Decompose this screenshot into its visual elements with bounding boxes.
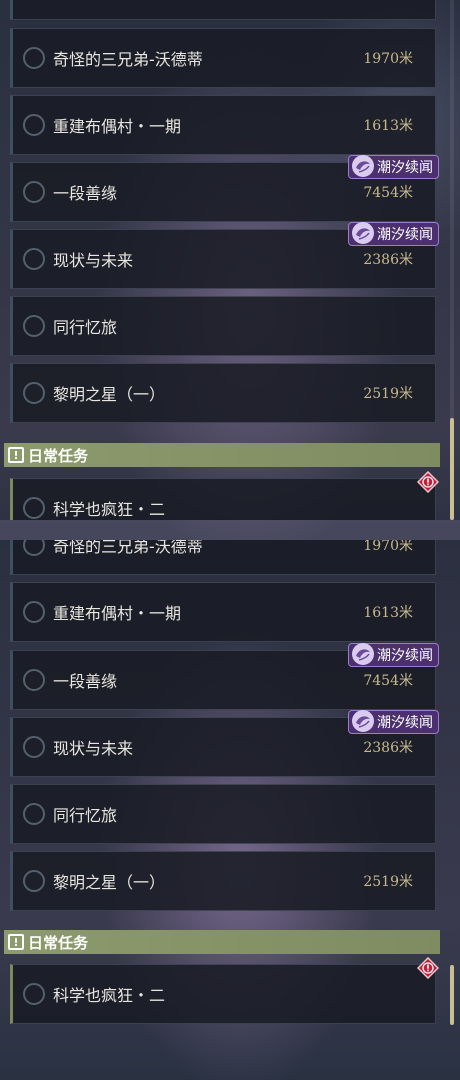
quest-row[interactable]: 黎明之星（一） 2519米 [10, 363, 436, 423]
quest-name: 现状与未来 [53, 251, 134, 270]
quest-list-panel: 奇怪的三兄弟-沃德蒂 1970米 重建布偶村・一期 1613米 一段善缘 745… [0, 0, 460, 520]
quest-distance: 2386米 [363, 740, 413, 756]
quest-row[interactable]: 奇怪的三兄弟-沃德蒂 1970米 [10, 28, 436, 88]
quest-distance: 2519米 [363, 386, 413, 402]
badge-label: 潮汐续闻 [377, 715, 433, 731]
track-toggle-circle[interactable] [23, 983, 45, 1005]
quest-row[interactable]: 重建布偶村・一期 1613米 [10, 582, 436, 642]
badge-label: 潮汐续闻 [377, 160, 433, 176]
quest-row[interactable]: 现状与未来 2386米 潮汐续闻 [10, 710, 439, 777]
quest-name: 一段善缘 [53, 672, 118, 691]
quest-distance: 7454米 [363, 185, 413, 201]
track-toggle-circle[interactable] [23, 248, 45, 270]
quest-distance: 1613米 [363, 118, 413, 134]
quest-distance: 1613米 [363, 605, 413, 621]
track-toggle-circle[interactable] [23, 601, 45, 623]
track-toggle-circle[interactable] [23, 803, 45, 825]
quest-list-panel: 奇怪的三兄弟-沃德蒂 1970米 重建布偶村・一期 1613米 一段善缘 745… [0, 540, 460, 1060]
alert-diamond-icon [417, 471, 439, 493]
quest-name: 重建布偶村・一期 [53, 117, 182, 136]
quest-name: 黎明之星（一） [53, 873, 166, 892]
badge-label: 潮汐续闻 [377, 227, 433, 243]
quest-row[interactable]: 奇怪的三兄弟-沃德蒂 1970米 [10, 540, 436, 575]
quest-name: 奇怪的三兄弟-沃德蒂 [53, 540, 203, 556]
track-toggle-circle[interactable] [23, 736, 45, 758]
daily-quest-row[interactable]: 科学也疯狂・二 [10, 471, 439, 520]
tide-swirl-icon [352, 643, 374, 665]
track-toggle-circle[interactable] [23, 497, 45, 519]
tide-swirl-icon [352, 155, 374, 177]
quest-distance: 1970米 [363, 540, 413, 554]
quest-row-partial[interactable] [10, 0, 436, 20]
track-toggle-circle[interactable] [23, 540, 45, 556]
quest-name: 黎明之星（一） [53, 385, 166, 404]
quest-row[interactable]: 同行忆旅 [10, 784, 436, 844]
scrollbar-thumb[interactable] [450, 418, 454, 520]
daily-quest-row[interactable]: 科学也疯狂・二 [10, 957, 439, 1024]
divider-strip [0, 520, 460, 540]
track-toggle-circle[interactable] [23, 181, 45, 203]
scrollbar-thumb[interactable] [450, 965, 454, 1025]
daily-section-header: ! 日常任务 [4, 930, 440, 954]
quest-row[interactable]: 一段善缘 7454米 潮汐续闻 [10, 155, 439, 222]
tide-badge: 潮汐续闻 [348, 155, 439, 179]
tide-badge: 潮汐续闻 [348, 643, 439, 667]
quest-name: 科学也疯狂・二 [53, 986, 166, 1005]
quest-distance: 2386米 [363, 252, 413, 268]
quest-name: 现状与未来 [53, 739, 134, 758]
tide-badge: 潮汐续闻 [348, 710, 439, 734]
tide-badge: 潮汐续闻 [348, 222, 439, 246]
track-toggle-circle[interactable] [23, 47, 45, 69]
quest-row[interactable]: 重建布偶村・一期 1613米 [10, 95, 436, 155]
track-toggle-circle[interactable] [23, 114, 45, 136]
track-toggle-circle[interactable] [23, 382, 45, 404]
tide-swirl-icon [352, 222, 374, 244]
badge-label: 潮汐续闻 [377, 648, 433, 664]
quest-name: 同行忆旅 [53, 806, 118, 825]
quest-name: 一段善缘 [53, 184, 118, 203]
quest-name: 同行忆旅 [53, 318, 118, 337]
track-toggle-circle[interactable] [23, 870, 45, 892]
quest-row[interactable]: 现状与未来 2386米 潮汐续闻 [10, 222, 439, 289]
track-toggle-circle[interactable] [23, 669, 45, 691]
quest-distance: 1970米 [363, 51, 413, 67]
quest-row[interactable]: 黎明之星（一） 2519米 [10, 851, 436, 911]
quest-row[interactable]: 一段善缘 7454米 潮汐续闻 [10, 643, 439, 710]
quest-name: 奇怪的三兄弟-沃德蒂 [53, 50, 203, 69]
tide-swirl-icon [352, 710, 374, 732]
exclamation-icon: ! [8, 934, 24, 950]
daily-section-header: ! 日常任务 [4, 443, 440, 467]
section-label: 日常任务 [28, 446, 89, 465]
quest-row[interactable]: 同行忆旅 [10, 296, 436, 356]
alert-diamond-icon [417, 957, 439, 979]
quest-distance: 7454米 [363, 673, 413, 689]
track-toggle-circle[interactable] [23, 315, 45, 337]
quest-distance: 2519米 [363, 874, 413, 890]
quest-name: 重建布偶村・一期 [53, 604, 182, 623]
quest-name: 科学也疯狂・二 [53, 500, 166, 519]
section-label: 日常任务 [28, 933, 89, 952]
exclamation-icon: ! [8, 447, 24, 463]
